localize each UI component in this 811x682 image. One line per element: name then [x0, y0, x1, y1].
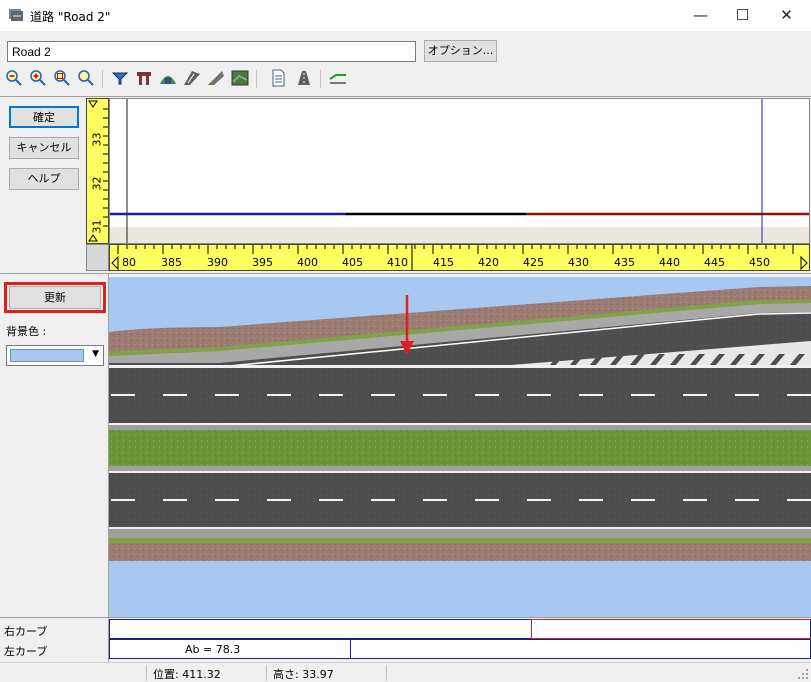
h-tick-label: 435 — [614, 256, 635, 269]
profile-line-icon[interactable] — [328, 68, 348, 88]
options-button[interactable]: オプション... — [424, 40, 497, 62]
resize-grip-icon[interactable] — [797, 668, 809, 680]
left-curve-label: 左カーブ — [4, 645, 48, 658]
road-name-input[interactable] — [7, 41, 416, 62]
status-separator — [146, 665, 147, 681]
zoom-fit-icon[interactable] — [52, 68, 72, 88]
h-tick-label: 405 — [342, 256, 363, 269]
divider — [0, 617, 811, 618]
left-curve-value: Ab = 78.3 — [185, 643, 241, 656]
h-tick-label: 80 — [122, 256, 136, 269]
color-swatch — [10, 349, 84, 362]
close-button[interactable]: ✕ — [764, 0, 809, 30]
terrain-icon[interactable] — [230, 68, 250, 88]
chevron-down-icon: ▼ — [92, 349, 99, 359]
v-tick-label: 32 — [90, 176, 104, 191]
v-tick-label: 31 — [90, 219, 104, 234]
background-color-select[interactable]: ▼ — [6, 345, 104, 366]
tunnel-icon[interactable] — [158, 68, 178, 88]
bridge-icon[interactable] — [134, 68, 154, 88]
status-position: 位置: 411.32 — [153, 668, 221, 681]
status-bar: 位置: 411.32 高さ: 33.97 — [0, 662, 811, 682]
toolbar-separator — [320, 70, 321, 88]
vertical-ruler: 33 32 31 — [86, 98, 109, 244]
right-curve-segment[interactable] — [531, 619, 811, 639]
divider — [0, 96, 811, 97]
h-tick-label: 425 — [523, 256, 544, 269]
zoom-in-icon[interactable] — [28, 68, 48, 88]
cancel-button[interactable]: キャンセル — [9, 137, 79, 159]
filter-icon[interactable] — [110, 68, 130, 88]
page-icon[interactable] — [268, 68, 288, 88]
h-tick-label: 430 — [568, 256, 589, 269]
toolbar-separator — [102, 70, 103, 88]
app-road-icon — [9, 9, 23, 21]
h-tick-label: 390 — [207, 256, 228, 269]
ok-button[interactable]: 確定 — [9, 106, 79, 128]
h-tick-label: 395 — [252, 256, 273, 269]
update-button[interactable]: 更新 — [9, 286, 101, 309]
minimize-button[interactable]: — — [678, 0, 723, 30]
h-tick-label: 415 — [433, 256, 454, 269]
h-tick-label: 400 — [297, 256, 318, 269]
h-tick-label: 450 — [749, 256, 770, 269]
h-tick-label: 420 — [478, 256, 499, 269]
zoom-window-icon[interactable] — [76, 68, 96, 88]
road-rendering — [109, 277, 811, 617]
divider — [0, 273, 811, 274]
road-3d-view[interactable] — [109, 277, 811, 617]
status-separator — [386, 665, 387, 681]
h-tick-label: 440 — [659, 256, 680, 269]
left-curve-row[interactable]: Ab = 78.3 — [109, 639, 811, 659]
right-curve-row[interactable] — [109, 619, 811, 639]
ruler-corner — [86, 244, 109, 271]
h-tick-label: 445 — [704, 256, 725, 269]
h-tick-label: 385 — [161, 256, 182, 269]
profile-view[interactable] — [109, 98, 810, 244]
horizontal-ruler: 80 385 390 395 400 405 410 415 420 425 4… — [109, 244, 810, 271]
profile-canvas — [110, 99, 809, 243]
toolbar-separator — [256, 70, 257, 88]
background-color-label: 背景色 : — [6, 325, 47, 338]
help-button[interactable]: ヘルプ — [9, 168, 79, 190]
right-curve-label: 右カーブ — [4, 625, 48, 638]
window-title: 道路 "Road 2" — [30, 10, 111, 24]
title-bar: 道路 "Road 2" — ☐ ✕ — [0, 0, 811, 31]
status-height: 高さ: 33.97 — [273, 668, 334, 681]
h-tick-label: 410 — [387, 256, 408, 269]
maximize-button[interactable]: ☐ — [720, 0, 765, 30]
road-section-icon[interactable] — [294, 68, 314, 88]
v-tick-label: 33 — [90, 132, 104, 147]
lane-icon[interactable] — [182, 68, 202, 88]
slope-icon[interactable] — [206, 68, 226, 88]
zoom-out-icon[interactable] — [4, 68, 24, 88]
status-separator — [266, 665, 267, 681]
